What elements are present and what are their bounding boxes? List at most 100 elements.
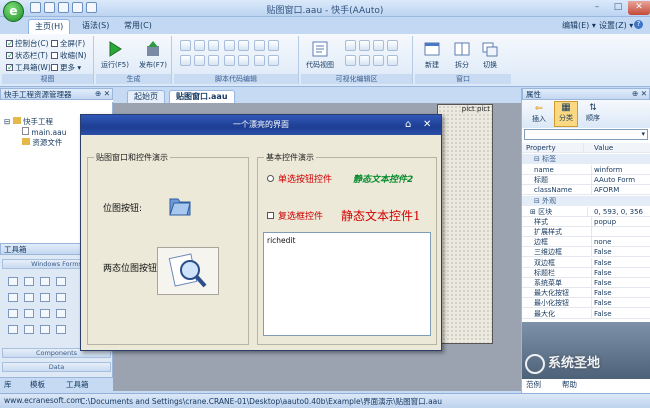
prop-row[interactable]: 最大化按钮 False <box>522 288 650 299</box>
object-selector[interactable]: ▾ <box>524 129 648 140</box>
tab-toolbox[interactable]: 工具箱 <box>66 379 89 390</box>
code-view-button[interactable]: 代码视图 <box>301 40 339 70</box>
menu-settings[interactable]: 设置(Z) ▾ <box>599 20 633 31</box>
outdent-icon[interactable] <box>194 55 205 66</box>
tab-common[interactable]: 常用(C) <box>118 19 158 34</box>
pin-icon[interactable]: ⊕ ✕ <box>95 88 110 99</box>
checkbox-control[interactable]: 复选框控件 <box>267 209 323 222</box>
find-icon[interactable] <box>238 40 249 51</box>
cut-icon[interactable] <box>180 40 191 51</box>
prop-row[interactable]: 双边框 False <box>522 257 650 268</box>
button-tool-icon[interactable] <box>56 277 66 286</box>
help-icon[interactable]: ? <box>634 20 643 29</box>
more-button[interactable]: 更多 ▾ <box>51 62 81 73</box>
home-icon[interactable]: ⌂ <box>405 115 411 134</box>
list-tool-icon[interactable] <box>56 293 66 302</box>
format-icon[interactable] <box>224 40 235 51</box>
next-bookmark-icon[interactable] <box>238 55 249 66</box>
bookmark-icon[interactable] <box>208 55 219 66</box>
picture-tool-icon[interactable] <box>8 309 18 318</box>
tab-start-page[interactable]: 起始页 <box>127 90 165 103</box>
grid-icon[interactable] <box>373 55 384 66</box>
prop-row[interactable]: 边框 none <box>522 237 650 248</box>
progress-tool-icon[interactable] <box>24 309 34 318</box>
static-text-1: 静态文本控件1 <box>341 209 421 223</box>
website-link[interactable]: www.ecranesoft.com <box>4 396 82 405</box>
prop-row[interactable]: name winform <box>522 164 650 175</box>
close-button[interactable]: ✕ <box>628 1 650 15</box>
publish-button[interactable]: 发布(F7) <box>134 40 172 70</box>
tab-order-icon[interactable] <box>387 55 398 66</box>
minimize-button[interactable]: – <box>586 1 608 15</box>
form-close-icon[interactable]: ✕ <box>423 115 431 134</box>
props-pin-icon[interactable]: ⊕ ✕ <box>632 88 647 99</box>
insert-button[interactable]: ⇐ 插入 <box>528 103 550 124</box>
richedit-tool-icon[interactable] <box>40 325 50 334</box>
maximize-button[interactable]: □ <box>607 1 629 15</box>
form-window[interactable]: 一个漂亮的界面 ⌂ ✕ 贴图窗口和控件演示 位图按钮: 两态位图按钮: 基本控件… <box>80 114 442 351</box>
groupbox-tool-icon[interactable] <box>24 325 34 334</box>
tab-library[interactable]: 库 <box>4 379 12 390</box>
copy-icon[interactable] <box>194 40 205 51</box>
tree-item-project[interactable]: ⊟ 快手工程 <box>4 116 53 127</box>
align-right-icon[interactable] <box>373 40 384 51</box>
prev-bookmark-icon[interactable] <box>224 55 235 66</box>
edit-tool-icon[interactable] <box>24 293 34 302</box>
indent-icon[interactable] <box>180 55 191 66</box>
tree-item-resources[interactable]: 资源文件 <box>22 137 62 148</box>
same-height-icon[interactable] <box>359 55 370 66</box>
prop-row[interactable]: className AFORM <box>522 184 650 196</box>
two-state-bitmap-button[interactable] <box>157 247 219 295</box>
tab-syntax[interactable]: 语法(S) <box>76 19 115 34</box>
run-button[interactable]: 运行(F5) <box>96 40 134 70</box>
tab-tool-icon[interactable] <box>8 325 18 334</box>
categorize-button[interactable]: ▦ 分类 <box>554 101 578 127</box>
tab-templates[interactable]: 模板 <box>30 379 45 390</box>
uncomment-icon[interactable] <box>268 40 279 51</box>
prop-row[interactable]: 三维边框 False <box>522 247 650 258</box>
toolbox-section-data[interactable]: Data <box>2 362 111 372</box>
prop-row[interactable]: 标题 AAuto Form <box>522 174 650 185</box>
align-top-icon[interactable] <box>387 40 398 51</box>
pointer-tool-icon[interactable] <box>8 277 18 286</box>
goto-icon[interactable] <box>254 55 265 66</box>
paste-icon[interactable] <box>208 40 219 51</box>
folder-bitmap-button[interactable] <box>168 195 192 217</box>
trackbar-tool-icon[interactable] <box>40 309 50 318</box>
prop-row[interactable]: 扩展样式 <box>522 226 650 238</box>
replace-icon[interactable] <box>268 55 279 66</box>
listview-tool-icon[interactable] <box>56 325 66 334</box>
statusbar-checkbox[interactable]: 状态栏(T) <box>6 50 48 61</box>
prop-row[interactable]: 最小化按钮 False <box>522 298 650 309</box>
menu-edit[interactable]: 编辑(E) ▾ <box>562 20 596 31</box>
label-tool-icon[interactable] <box>8 293 18 302</box>
prop-row[interactable]: 样式 popup <box>522 216 650 227</box>
prop-row[interactable]: 系统菜单 False <box>522 277 650 289</box>
design-form-preview[interactable]: pict pict <box>437 104 493 344</box>
category-label[interactable]: ⊟ 标签 <box>522 154 650 164</box>
prop-row[interactable]: 最大化 False <box>522 308 650 319</box>
prop-row[interactable]: ⊞ 区块 0, 593, 0, 356 <box>522 206 650 217</box>
align-left-icon[interactable] <box>345 40 356 51</box>
sort-button[interactable]: ⇅ 顺序 <box>582 103 604 123</box>
tab-current-file[interactable]: 贴图窗口.aau <box>169 90 235 103</box>
checkbox-tool-icon[interactable] <box>24 277 34 286</box>
toolbox-checkbox[interactable]: 工具箱(W) <box>6 62 51 73</box>
prop-row[interactable]: 标题栏 False <box>522 267 650 278</box>
tree-tool-icon[interactable] <box>56 309 66 318</box>
tree-item-main[interactable]: main.aau <box>22 127 66 137</box>
combo-tool-icon[interactable] <box>40 293 50 302</box>
radio-tool-icon[interactable] <box>40 277 50 286</box>
app-logo-icon[interactable]: e <box>3 1 24 22</box>
same-width-icon[interactable] <box>345 55 356 66</box>
align-center-icon[interactable] <box>359 40 370 51</box>
console-checkbox[interactable]: 控制台(C) <box>6 38 49 49</box>
collapse-checkbox[interactable]: 收缩(N) <box>51 50 86 61</box>
tab-home[interactable]: 主页(H) <box>28 19 71 34</box>
richedit-control[interactable]: richedit <box>263 232 431 336</box>
fullscreen-checkbox[interactable]: 全屏(F) <box>51 38 85 49</box>
category-appearance[interactable]: ⊟ 外观 <box>522 196 650 206</box>
radio-control[interactable]: 单选按钮控件 <box>267 172 332 185</box>
comment-icon[interactable] <box>254 40 265 51</box>
switch-button[interactable]: 切换 <box>471 40 509 70</box>
